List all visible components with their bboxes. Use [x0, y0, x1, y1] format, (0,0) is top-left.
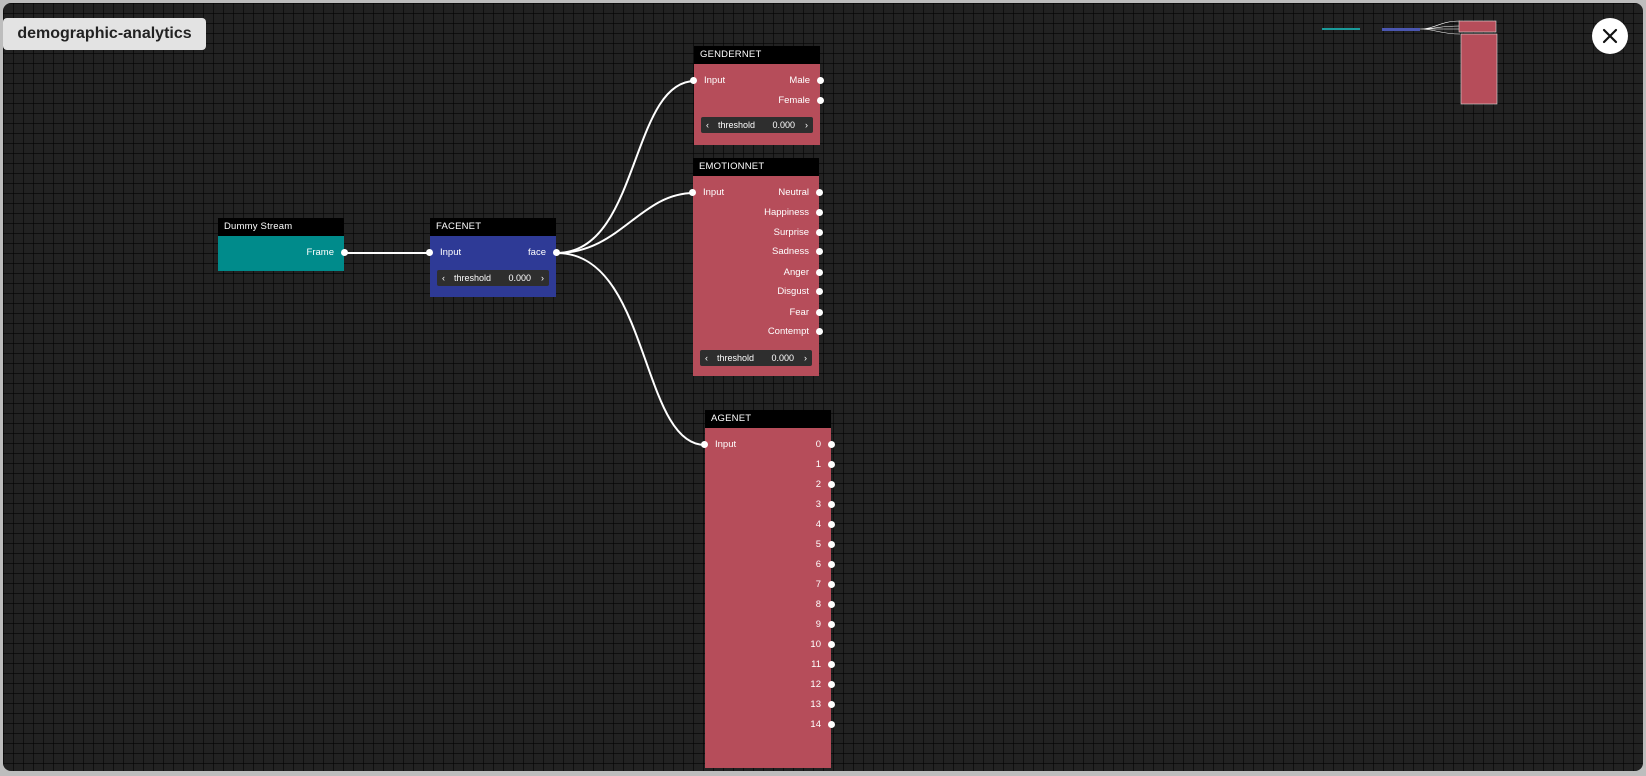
threshold-slider[interactable]: ‹ threshold 0.000 › [700, 350, 812, 366]
input-port[interactable] [426, 249, 433, 256]
output-port[interactable] [816, 288, 823, 295]
port-label: 13 [810, 699, 821, 710]
port-label: 8 [815, 599, 821, 610]
output-port[interactable] [828, 601, 835, 608]
threshold-slider[interactable]: ‹ threshold 0.000 › [437, 270, 549, 286]
port-label: 14 [810, 719, 821, 730]
output-port[interactable] [817, 97, 824, 104]
port-label: Surprise [773, 227, 809, 238]
slider-label: threshold [454, 273, 492, 283]
output-port[interactable] [828, 501, 835, 508]
chevron-left-icon[interactable]: ‹ [705, 350, 708, 366]
output-port[interactable] [828, 481, 835, 488]
port-label: Disgust [777, 286, 809, 297]
node-title: AGENET [705, 410, 831, 428]
slider-value: 0.000 [772, 120, 795, 130]
output-port[interactable] [828, 561, 835, 568]
port-label: Sadness [772, 246, 809, 257]
output-port[interactable] [828, 541, 835, 548]
output-port[interactable] [816, 269, 823, 276]
port-label: Neutral [778, 187, 809, 198]
port-label: Happiness [764, 207, 809, 218]
chevron-right-icon[interactable]: › [541, 270, 544, 286]
port-label: 4 [815, 519, 821, 530]
output-port[interactable] [828, 721, 835, 728]
output-port[interactable] [828, 581, 835, 588]
port-label: 0 [815, 439, 821, 450]
output-port[interactable] [816, 229, 823, 236]
node-title: GENDERNET [694, 46, 820, 64]
port-label: Male [789, 75, 810, 86]
output-port[interactable] [828, 461, 835, 468]
graph-title: demographic-analytics [3, 18, 206, 50]
slider-label: threshold [718, 120, 756, 130]
port-label: 3 [815, 499, 821, 510]
node-emotionnet[interactable]: EMOTIONNET Input Neutral Happiness Surpr… [689, 158, 823, 376]
port-label: Input [703, 187, 725, 198]
output-port[interactable] [816, 248, 823, 255]
port-label: face [528, 247, 546, 258]
port-label: Input [704, 75, 726, 86]
node-title: EMOTIONNET [693, 158, 819, 176]
port-label: Contempt [767, 326, 809, 337]
output-port[interactable] [828, 441, 835, 448]
output-port[interactable] [816, 309, 823, 316]
port-label: Frame [306, 247, 334, 258]
node-dummy-stream[interactable]: Dummy Stream Frame [218, 218, 348, 271]
threshold-slider[interactable]: ‹ threshold 0.000 › [701, 117, 813, 133]
port-label: Anger [783, 267, 809, 278]
input-port[interactable] [689, 189, 696, 196]
port-label: 11 [811, 659, 821, 670]
port-label: 7 [815, 579, 821, 590]
port-label: Input [715, 439, 737, 450]
chevron-right-icon[interactable]: › [804, 350, 807, 366]
node-gendernet[interactable]: GENDERNET Input Male Female ‹ threshold … [690, 46, 824, 145]
chevron-left-icon[interactable]: ‹ [706, 117, 709, 133]
port-label: 2 [815, 479, 821, 490]
chevron-right-icon[interactable]: › [805, 117, 808, 133]
output-port[interactable] [828, 661, 835, 668]
slider-label: threshold [717, 353, 755, 363]
port-label: Input [440, 247, 462, 258]
output-port[interactable] [828, 701, 835, 708]
canvas-bottom-border [0, 771, 1646, 776]
output-port[interactable] [817, 77, 824, 84]
input-port[interactable] [690, 77, 697, 84]
port-label: Female [778, 95, 810, 106]
port-label: Fear [789, 307, 809, 318]
node-title: FACENET [430, 218, 556, 236]
output-port[interactable] [828, 621, 835, 628]
chevron-left-icon[interactable]: ‹ [442, 270, 445, 286]
slider-value: 0.000 [771, 353, 794, 363]
output-port[interactable] [828, 521, 835, 528]
port-label: 6 [815, 559, 821, 570]
node-facenet[interactable]: FACENET Input face ‹ threshold 0.000 › [426, 218, 560, 297]
output-port[interactable] [816, 189, 823, 196]
node-title: Dummy Stream [218, 218, 344, 236]
port-label: 10 [810, 639, 821, 650]
output-port[interactable] [828, 681, 835, 688]
input-port[interactable] [701, 441, 708, 448]
port-label: 9 [815, 619, 821, 630]
minimap[interactable] [1320, 16, 1520, 111]
close-icon [1602, 28, 1618, 44]
port-label: 12 [810, 679, 821, 690]
output-port[interactable] [816, 328, 823, 335]
close-button[interactable] [1592, 18, 1628, 54]
output-port-frame[interactable] [341, 249, 348, 256]
output-port-face[interactable] [553, 249, 560, 256]
output-port[interactable] [816, 209, 823, 216]
node-agenet[interactable]: AGENET Input 0 1 2 3 4 5 6 7 8 9 10 11 1… [701, 410, 835, 768]
output-port[interactable] [828, 641, 835, 648]
port-label: 5 [815, 539, 821, 550]
slider-value: 0.000 [508, 273, 531, 283]
port-label: 1 [815, 459, 821, 470]
